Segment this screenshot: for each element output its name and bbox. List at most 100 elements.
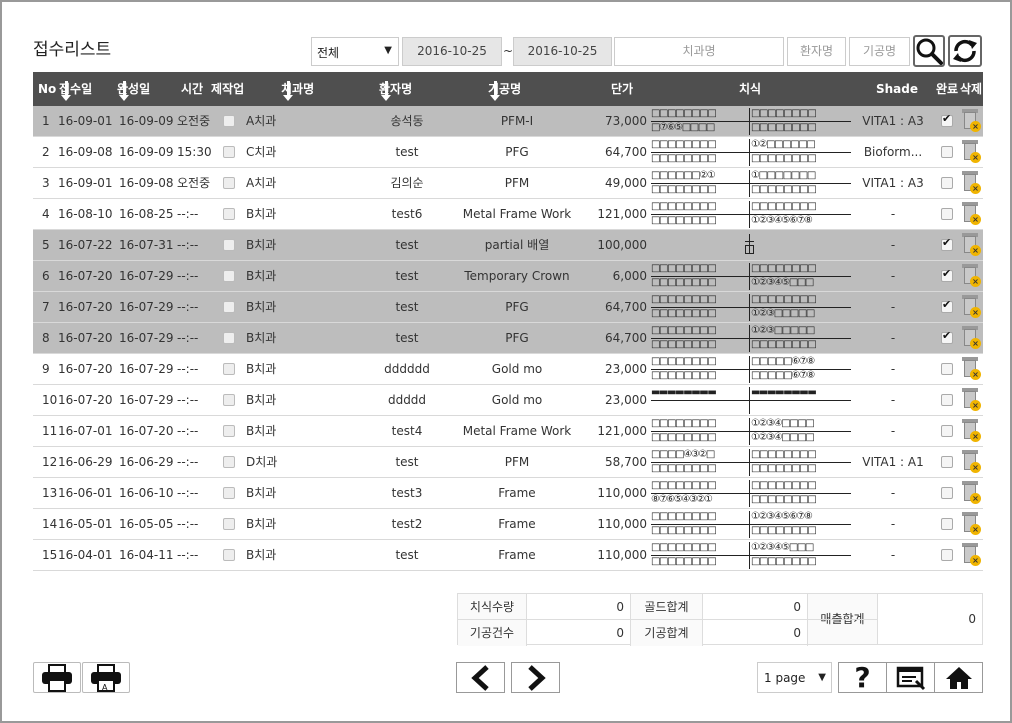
table-row[interactable]: 7 16-07-20 16-07-29 --:-- B치과 test PFG 64,700 □□… [33,292,983,323]
tooth-chart-hline [651,431,851,432]
table-row[interactable]: 3 16-09-01 16-09-08 오전중 A치과 김의순 PFM 49,000 □□□□□… [33,168,983,199]
production-checkbox[interactable] [223,177,235,189]
cell-no: 3 [42,176,50,190]
search-button[interactable] [913,35,945,67]
delete-button[interactable]: × [961,233,981,257]
complete-checkbox[interactable] [941,518,953,530]
table-row[interactable]: 9 16-07-20 16-07-29 --:-- B치과 dddddd Gold mo 23… [33,354,983,385]
table-row[interactable]: 11 16-07-01 16-07-20 --:-- B치과 test4 Metal Fra… [33,416,983,447]
delete-button[interactable]: × [961,264,981,288]
complete-checkbox[interactable] [941,112,953,127]
home-button[interactable] [934,662,983,693]
table-row[interactable]: 6 16-07-20 16-07-29 --:-- B치과 test Temporary C… [33,261,983,292]
table-row[interactable]: 13 16-06-01 16-06-10 --:-- B치과 test3 Frame 110,… [33,478,983,509]
cell-clinic: C치과 [246,145,277,159]
table-row[interactable]: 15 16-04-01 16-04-11 --:-- B치과 test Frame 110,0… [33,540,983,571]
patient-search-input[interactable]: 환자명 [787,37,846,66]
status-select[interactable]: 전체 ▼ [311,37,399,66]
complete-checkbox[interactable] [941,549,953,561]
complete-checkbox[interactable] [941,363,953,375]
table-row[interactable]: 5 16-07-22 16-07-31 --:-- B치과 test partial 배열 1… [33,230,983,261]
production-checkbox[interactable] [223,487,235,499]
table-row[interactable]: 4 16-08-10 16-08-25 --:-- B치과 test6 Metal Fram… [33,199,983,230]
complete-checkbox[interactable] [941,208,953,220]
table-body: 1 16-09-01 16-09-09 오전중 A치과 송석동 PFM-I 73,000 □□□… [33,106,983,571]
cell-lab: Metal Frame Work [462,424,572,438]
delete-button[interactable]: × [961,295,981,319]
production-checkbox[interactable] [223,332,235,344]
table-row[interactable]: 12 16-06-29 16-06-29 --:-- D치과 test PFM 58,700 □… [33,447,983,478]
cell-time: --:-- [177,517,199,531]
tooth-chart-hline [745,241,754,242]
cell-received: 16-08-10 [58,207,113,221]
col-completed[interactable]: 완성일 [117,72,150,106]
production-checkbox[interactable] [223,146,235,158]
col-lab[interactable]: 기공명 [488,72,521,106]
delete-button[interactable]: × [961,419,981,443]
delete-button[interactable]: × [961,326,981,350]
production-checkbox[interactable] [223,239,235,251]
col-received[interactable]: 접수일 [59,72,92,106]
delete-badge-icon: × [970,338,981,349]
production-checkbox[interactable] [223,518,235,530]
col-clinic[interactable]: 치과명 [281,72,314,106]
cell-clinic: A치과 [246,114,277,128]
complete-checkbox[interactable] [941,177,953,189]
cell-no: 9 [42,362,50,376]
production-checkbox[interactable] [223,208,235,220]
delete-button[interactable]: × [961,357,981,381]
table-row[interactable]: 8 16-07-20 16-07-29 --:-- B치과 test PFG 64,700 □□… [33,323,983,354]
complete-checkbox[interactable] [941,298,953,313]
production-checkbox[interactable] [223,363,235,375]
complete-checkbox[interactable] [941,487,953,499]
complete-checkbox[interactable] [941,425,953,437]
complete-checkbox[interactable] [941,236,953,251]
complete-checkbox[interactable] [941,394,953,406]
refresh-button[interactable] [948,35,982,67]
clinic-search-input[interactable]: 치과명 [614,37,784,66]
date-from-field[interactable]: 2016-10-25 [402,37,502,66]
prev-page-button[interactable] [456,662,505,693]
tooth-lower-left: □□□□□□□□ [751,122,817,133]
production-checkbox[interactable] [223,394,235,406]
delete-button[interactable]: × [961,109,981,133]
lab-search-input[interactable]: 기공명 [849,37,910,66]
table-row[interactable]: 14 16-05-01 16-05-05 --:-- B치과 test2 Frame 110,… [33,509,983,540]
complete-checkbox[interactable] [941,456,953,468]
complete-checkbox[interactable] [941,329,953,344]
production-checkbox[interactable] [223,549,235,561]
delete-button[interactable]: × [961,171,981,195]
receipt-button[interactable] [886,662,935,693]
cell-received: 16-07-20 [58,269,113,283]
production-checkbox[interactable] [223,115,235,127]
table-row[interactable]: 2 16-09-08 16-09-09 15:30 C치과 test PFG 64,700 □□… [33,137,983,168]
cell-no: 2 [42,145,50,159]
table-row[interactable]: 1 16-09-01 16-09-09 오전중 A치과 송석동 PFM-I 73,000 □□□… [33,106,983,137]
production-checkbox[interactable] [223,456,235,468]
date-to-field[interactable]: 2016-10-25 [513,37,612,66]
delete-button[interactable]: × [961,140,981,164]
production-checkbox[interactable] [223,270,235,282]
tooth-lower-right: □□□□□□□□ [651,277,717,288]
table-row[interactable]: 10 16-07-20 16-07-29 --:-- B치과 ddddd Gold mo 23… [33,385,983,416]
col-patient[interactable]: 환자명 [379,72,412,106]
print-alt-button[interactable]: A [82,662,130,693]
delete-button[interactable]: × [961,202,981,226]
delete-button[interactable]: × [961,543,981,567]
next-page-button[interactable] [511,662,560,693]
production-checkbox[interactable] [223,301,235,313]
delete-button[interactable]: × [961,388,981,412]
summary-divider [458,619,878,620]
complete-checkbox[interactable] [941,146,953,158]
tooth-lower-left: ①②③④⑤⑥⑦⑧ [751,215,813,226]
production-checkbox[interactable] [223,425,235,437]
cell-patient: ddddd [387,393,427,407]
delete-button[interactable]: × [961,450,981,474]
tooth-lower-left: □□□□□□□□ [751,525,817,536]
print-button[interactable] [33,662,81,693]
complete-checkbox[interactable] [941,267,953,282]
delete-button[interactable]: × [961,512,981,536]
delete-button[interactable]: × [961,481,981,505]
help-button[interactable]: ? [838,661,887,694]
page-select[interactable]: 1 page ▼ [757,662,832,693]
